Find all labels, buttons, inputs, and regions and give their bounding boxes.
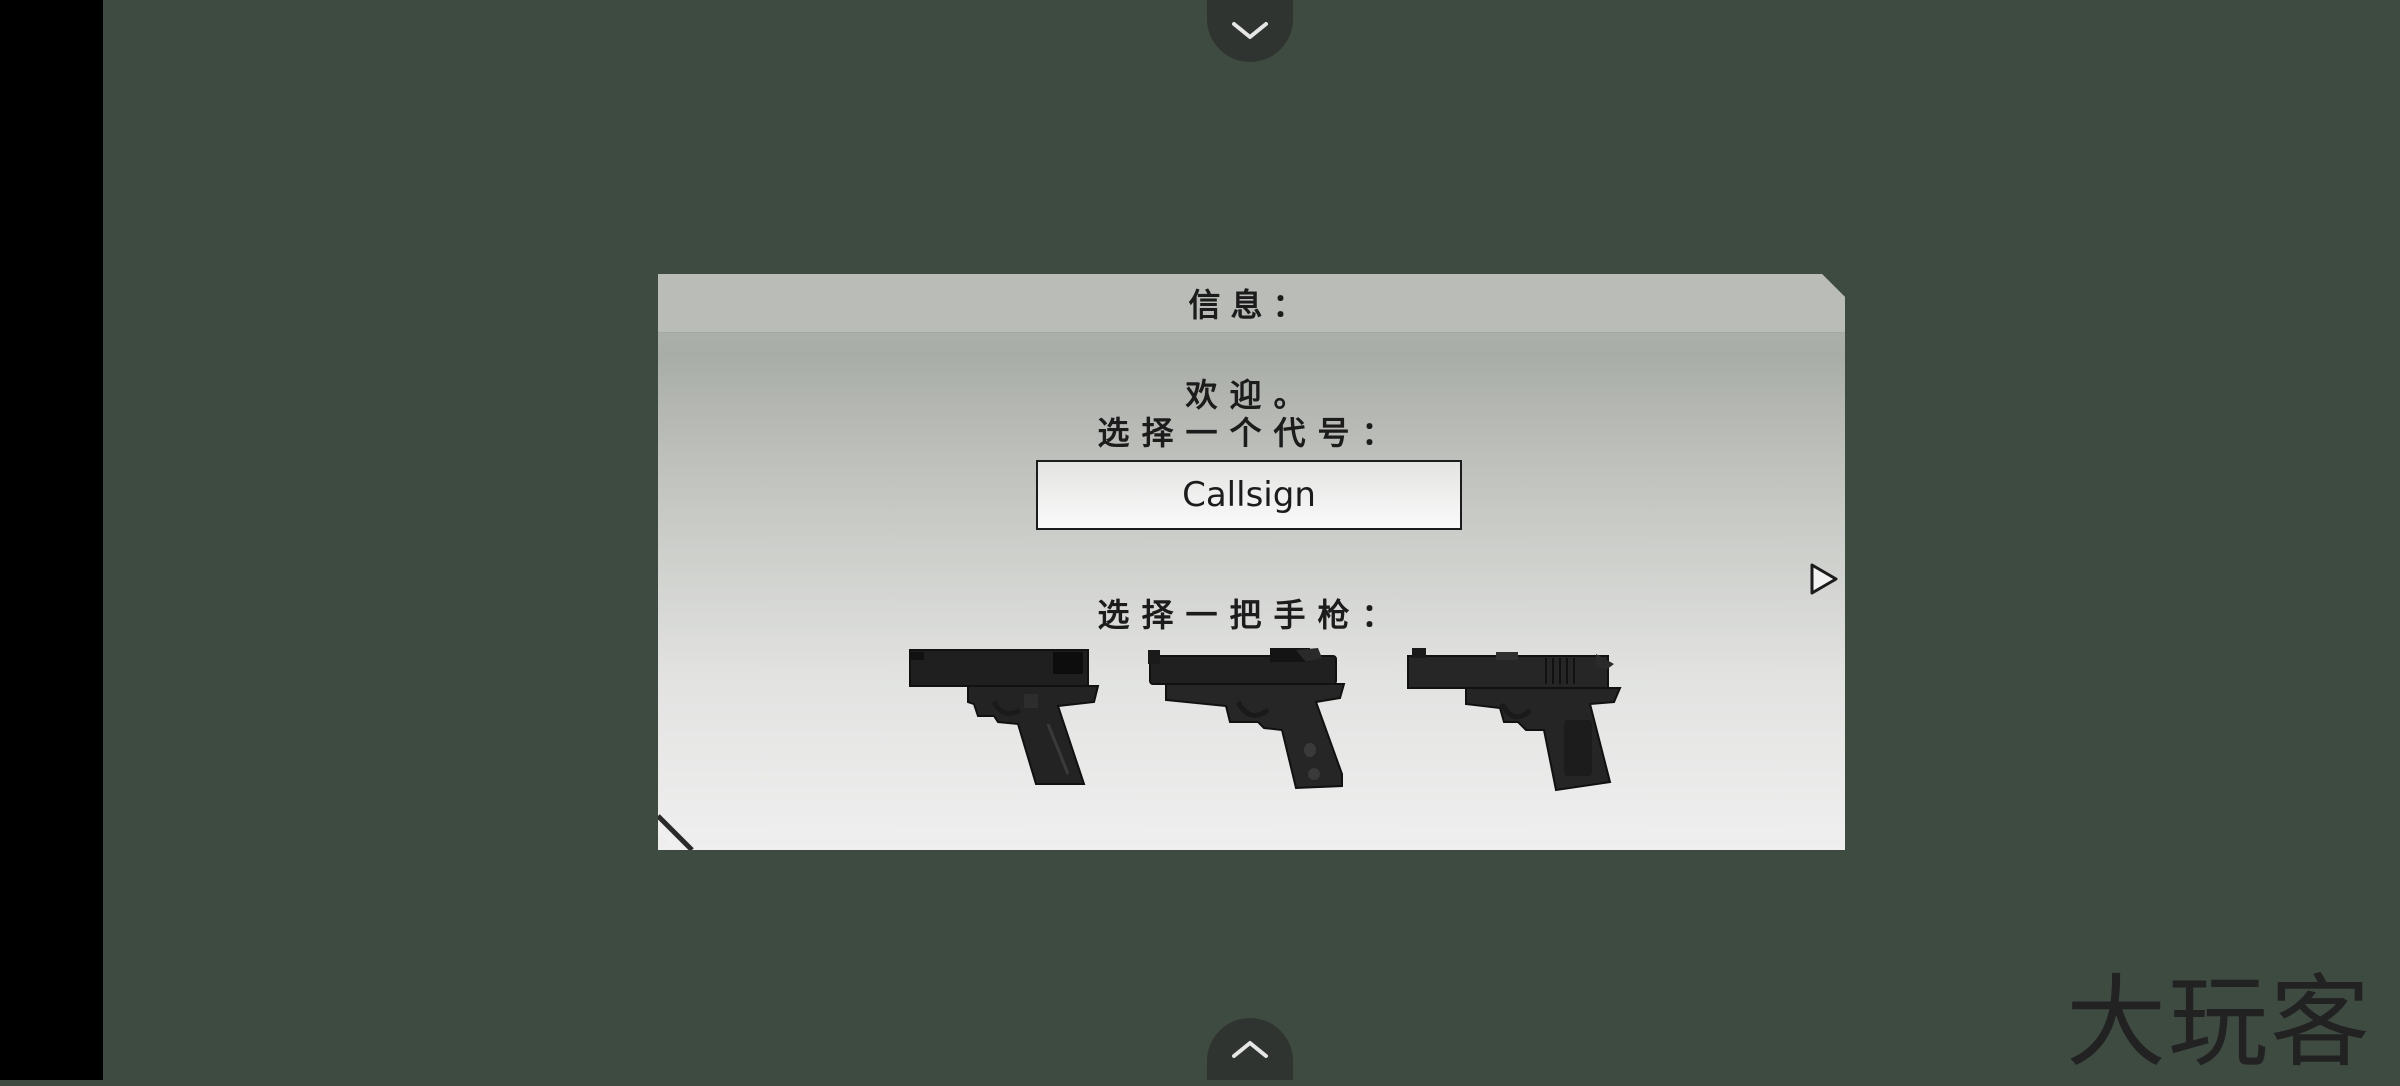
info-dialog: 信息： 欢迎。 选择一个代号： 选择一把手枪： bbox=[658, 274, 1845, 850]
beretta-pistol-icon[interactable] bbox=[1146, 644, 1352, 794]
pull-down-tab[interactable] bbox=[1207, 0, 1293, 62]
left-black-bar bbox=[0, 0, 103, 1080]
callsign-input[interactable] bbox=[1036, 460, 1462, 530]
callsign-prompt: 选择一个代号： bbox=[1097, 414, 1406, 452]
colt-1911-pistol-icon[interactable] bbox=[1406, 644, 1624, 794]
pull-up-tab[interactable] bbox=[1207, 1018, 1293, 1080]
glock-pistol-icon[interactable] bbox=[908, 644, 1108, 794]
dialog-title: 信息： bbox=[1188, 286, 1315, 324]
watermark-logo: 大玩客 bbox=[2066, 963, 2372, 1081]
corner-stripe-decoration bbox=[658, 814, 694, 850]
chevron-up-icon bbox=[1232, 1041, 1268, 1058]
chevron-down-icon bbox=[1232, 22, 1268, 39]
dialog-header: 信息： bbox=[658, 274, 1845, 333]
pistol-prompt: 选择一把手枪： bbox=[1097, 596, 1406, 634]
